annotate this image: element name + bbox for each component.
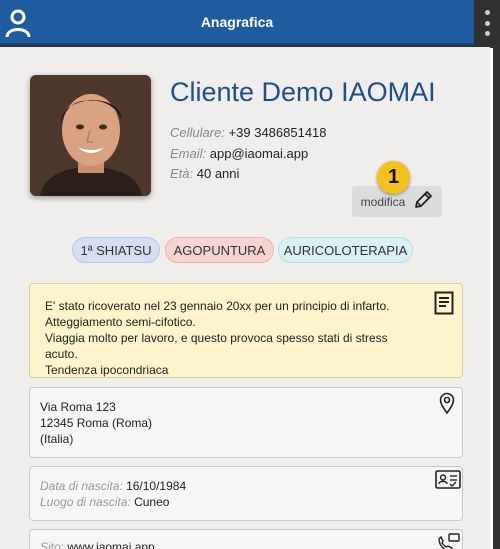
birth-card[interactable]: Data di nascita: 16/10/1984 Luogo di nas…	[29, 466, 463, 521]
user-avatar-icon[interactable]	[0, 0, 36, 45]
email-value[interactable]: app@iaomai.app	[210, 146, 308, 161]
address-city: 12345 Roma (Roma)	[40, 416, 153, 430]
more-options-icon[interactable]	[474, 8, 500, 38]
note-line: Tendenza ipocondriaca	[45, 363, 169, 377]
address-country: (Italia)	[40, 432, 74, 446]
id-card-icon	[435, 470, 461, 495]
edit-label: modifica	[360, 194, 406, 209]
address-street: Via Roma 123	[40, 400, 116, 414]
notes-card[interactable]: E' stato ricoverato nel 23 gennaio 20xx …	[29, 283, 463, 378]
age-value: 40 anni	[196, 166, 240, 181]
page-title: Anagrafica	[200, 13, 274, 30]
email-label: Email:	[170, 146, 207, 161]
phone-value[interactable]: +39 3486851418	[229, 125, 327, 140]
scrollbar[interactable]	[490, 48, 493, 549]
top-bar: Anagrafica	[0, 0, 474, 45]
birth-text: Data di nascita: 16/10/1984 Luogo di nas…	[40, 478, 186, 510]
website-card[interactable]: Sito: www.iaomai.app	[29, 529, 463, 549]
age-row: Età: 40 anni	[170, 166, 239, 181]
phone-row: Cellulare: +39 3486851418	[170, 125, 327, 140]
location-pin-icon	[439, 392, 455, 419]
note-line: E' stato ricoverato nel 23 gennaio 20xx …	[45, 299, 390, 313]
website-label: Sito:	[40, 540, 65, 549]
tutorial-step-badge: 1	[377, 161, 410, 194]
tag-agopuntura[interactable]: AGOPUNTURA	[165, 237, 274, 263]
address-text: Via Roma 123 12345 Roma (Roma) (Italia)	[40, 399, 152, 447]
client-name: Cliente Demo IAOMAI	[170, 77, 436, 107]
birth-place-value: Cuneo	[134, 495, 170, 509]
pencil-icon	[413, 190, 433, 213]
tag-auricoloterapia[interactable]: AURICOLOTERAPIA	[278, 237, 413, 263]
phone-label: Cellulare:	[170, 125, 225, 140]
note-line: Viaggia molto per lavoro, e questo provo…	[45, 331, 388, 361]
tag-shiatsu[interactable]: 1ª SHIATSU	[72, 237, 160, 263]
website-text: Sito: www.iaomai.app	[40, 540, 155, 549]
client-photo	[30, 75, 151, 196]
address-card[interactable]: Via Roma 123 12345 Roma (Roma) (Italia)	[29, 387, 463, 458]
age-label: Età:	[170, 166, 194, 181]
birth-place-label: Luogo di nascita:	[40, 495, 131, 509]
note-line: Atteggiamento semi-cifotico.	[45, 315, 196, 329]
birth-date-value: 16/10/1984	[126, 479, 187, 493]
notes-icon	[434, 291, 454, 320]
website-value[interactable]: www.iaomai.app	[67, 540, 154, 549]
email-row: Email: app@iaomai.app	[170, 146, 308, 161]
client-detail-panel: Cliente Demo IAOMAI Cellulare: +39 34868…	[0, 47, 490, 549]
notes-text: E' stato ricoverato nel 23 gennaio 20xx …	[45, 298, 405, 378]
birth-date-label: Data di nascita:	[40, 479, 123, 493]
contact-phone-icon	[436, 533, 460, 549]
